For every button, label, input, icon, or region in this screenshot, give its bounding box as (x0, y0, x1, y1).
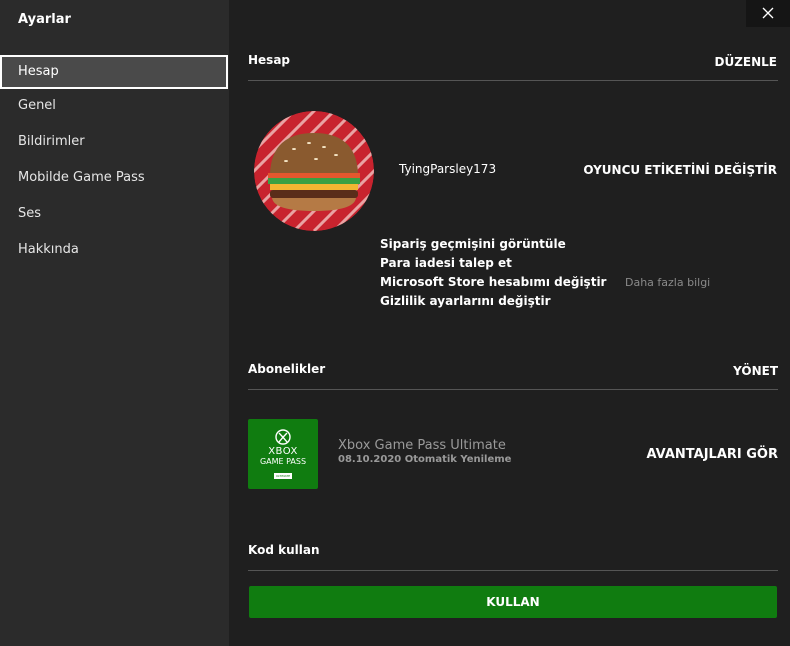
sidebar-item-hesap[interactable]: Hesap (0, 55, 228, 89)
subscriptions-divider (248, 389, 778, 390)
tile-text-game-pass: GAME PASS (259, 457, 307, 466)
subscription-name: Xbox Game Pass Ultimate (338, 438, 506, 453)
sidebar-item-genel[interactable]: Genel (0, 89, 229, 123)
gamertag: TyingParsley173 (399, 162, 497, 176)
account-section-title: Hesap (248, 53, 291, 67)
view-perks-button[interactable]: AVANTAJLARI GÖR (600, 447, 778, 462)
change-gamertag-button[interactable]: OYUNCU ETİKETİNİ DEĞİŞTİR (560, 163, 777, 177)
privacy-settings-link[interactable]: Gizlilik ayarlarını değiştir (380, 294, 551, 308)
tile-badge-ultimate: ULTIMATE (274, 473, 292, 479)
sidebar-item-bildirimler[interactable]: Bildirimler (0, 125, 229, 159)
order-history-link[interactable]: Sipariş geçmişini görüntüle (380, 237, 566, 251)
sidebar-item-mobilde-game-pass[interactable]: Mobilde Game Pass (0, 161, 229, 195)
subscriptions-section-title: Abonelikler (248, 362, 326, 376)
redeem-section-title: Kod kullan (248, 543, 320, 557)
close-button[interactable] (746, 0, 790, 27)
sidebar-item-ses[interactable]: Ses (0, 197, 229, 231)
close-icon (762, 4, 774, 23)
game-pass-tile: XBOX GAME PASS ULTIMATE (248, 419, 318, 489)
avatar (254, 111, 374, 231)
change-store-account-link[interactable]: Microsoft Store hesabımı değiştir (380, 275, 606, 289)
redeem-divider (248, 570, 778, 571)
tile-text-xbox: XBOX (268, 446, 298, 457)
account-divider (248, 80, 778, 81)
sidebar-item-hakkinda[interactable]: Hakkında (0, 233, 229, 267)
manage-subscriptions-button[interactable]: YÖNET (700, 364, 778, 378)
sidebar-title: Ayarlar (18, 12, 71, 27)
redeem-button[interactable]: KULLAN (249, 586, 777, 618)
subscription-renewal: 08.10.2020 Otomatik Yenileme (338, 454, 512, 465)
settings-sidebar: Ayarlar Hesap Genel Bildirimler Mobilde … (0, 0, 229, 646)
refund-request-link[interactable]: Para iadesi talep et (380, 256, 512, 270)
more-info-link[interactable]: Daha fazla bilgi (625, 276, 710, 289)
edit-account-button[interactable]: DÜZENLE (700, 55, 778, 69)
